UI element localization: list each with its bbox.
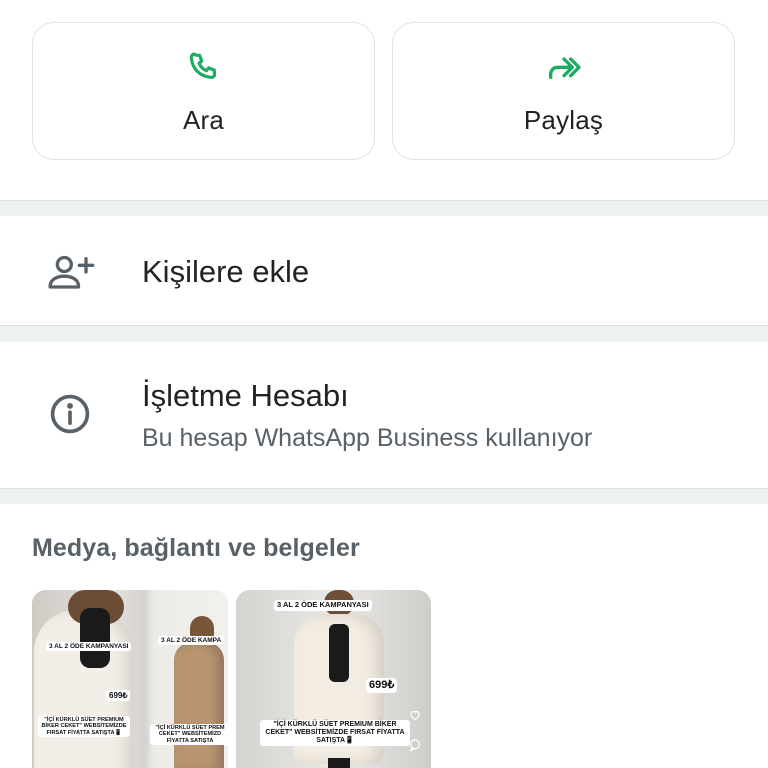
campaign-tag: 3 AL 2 ÖDE KAMPANYASI xyxy=(46,642,132,652)
comment-icon xyxy=(408,738,422,752)
call-button[interactable]: Ara xyxy=(32,22,375,160)
info-icon xyxy=(48,392,92,436)
price-tag: 699₺ xyxy=(106,690,131,702)
section-divider xyxy=(0,488,768,504)
business-account-subtitle: Bu hesap WhatsApp Business kullanıyor xyxy=(142,424,593,452)
call-button-label: Ara xyxy=(182,105,225,135)
add-person-icon xyxy=(46,252,96,292)
black-top xyxy=(329,624,349,682)
share-button[interactable]: Paylaş xyxy=(392,22,735,160)
heart-icon xyxy=(408,708,422,722)
campaign-tag: 3 AL 2 ÖDE KAMPA xyxy=(158,636,225,646)
media-thumbnail[interactable]: 3 AL 2 ÖDE KAMPANYASI 3 AL 2 ÖDE KAMPA 6… xyxy=(32,590,228,768)
model-leg xyxy=(328,758,350,768)
add-to-contacts-label: Kişilere ekle xyxy=(142,254,310,289)
black-top xyxy=(80,608,110,668)
business-account-title: İşletme Hesabı xyxy=(142,378,349,413)
business-account-row[interactable]: İşletme Hesabı Bu hesap WhatsApp Busines… xyxy=(0,342,768,488)
forward-icon xyxy=(544,49,584,89)
media-heading[interactable]: Medya, bağlantı ve belgeler xyxy=(32,534,360,563)
caption-tag: "İÇİ KÜRKLÜ SÜET PREMIUM BİKER CEKET" WE… xyxy=(38,716,130,738)
media-section: Medya, bağlantı ve belgeler 3 AL 2 ÖDE K… xyxy=(0,504,768,768)
share-button-label: Paylaş xyxy=(523,105,604,135)
section-divider xyxy=(0,200,768,216)
brown-coat-figure xyxy=(174,642,224,768)
caption-tag: "İÇİ KÜRKLÜ SÜET PREM CEKET" WEBSİTEMİZD… xyxy=(150,724,228,746)
caption-tag: "İÇİ KÜRKLÜ SÜET PREMIUM BİKER CEKET" WE… xyxy=(260,720,410,747)
phone-icon xyxy=(184,49,224,89)
section-divider xyxy=(0,325,768,342)
price-tag: 699₺ xyxy=(366,678,398,693)
quick-actions: Ara Paylaş xyxy=(0,0,768,200)
media-thumbnail[interactable]: 3 AL 2 ÖDE KAMPANYASI 699₺ "İÇİ KÜRKLÜ S… xyxy=(236,590,431,768)
add-to-contacts-row[interactable]: Kişilere ekle xyxy=(0,216,768,325)
campaign-tag: 3 AL 2 ÖDE KAMPANYASI xyxy=(274,600,372,611)
